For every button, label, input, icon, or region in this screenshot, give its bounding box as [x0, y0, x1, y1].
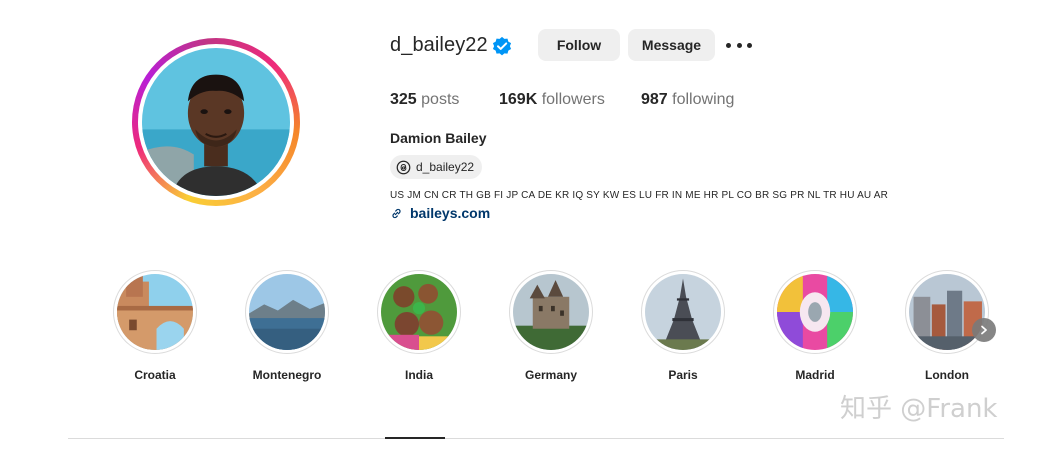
highlight-montenegro[interactable]: Montenegro: [244, 270, 330, 382]
verified-badge-icon: [492, 36, 512, 56]
following-count: 987: [641, 91, 668, 108]
follow-button[interactable]: Follow: [538, 29, 620, 61]
highlight-ring: [773, 270, 857, 354]
avatar-inner: [138, 44, 294, 200]
more-dot: [726, 42, 731, 48]
highlight-ring: [113, 270, 197, 354]
followers-stat[interactable]: 169K followers: [499, 91, 605, 109]
highlight-cover: [117, 274, 193, 350]
more-dot: [747, 42, 752, 48]
bio-link-text: baileys.com: [410, 205, 491, 221]
username: d_bailey22: [390, 34, 488, 56]
tabs-divider: [68, 438, 1004, 439]
followers-count: 169K: [499, 91, 538, 108]
profile-avatar-ring[interactable]: [132, 38, 300, 206]
highlight-ring: [509, 270, 593, 354]
more-horizontal-icon[interactable]: [726, 36, 752, 54]
posts-label: posts: [421, 91, 460, 108]
highlight-label: Croatia: [134, 368, 176, 382]
highlight-cover: [381, 274, 457, 350]
highlight-cover: [513, 274, 589, 350]
more-dot: [736, 42, 742, 48]
full-name: Damion Bailey: [390, 130, 487, 146]
active-tab-indicator: [385, 437, 445, 439]
watermark: 知乎 @Frank: [840, 394, 998, 424]
highlight-croatia[interactable]: Croatia: [112, 270, 198, 382]
avatar-photo: [142, 48, 290, 196]
bio-text: US JM CN CR TH GB FI JP CA DE KR IQ SY K…: [390, 190, 889, 201]
highlight-cover: [909, 274, 985, 350]
posts-count: 325: [390, 91, 417, 108]
following-label: following: [672, 91, 735, 108]
highlight-madrid[interactable]: Madrid: [772, 270, 858, 382]
following-stat[interactable]: 987 following: [641, 91, 734, 109]
chevron-right-icon: [981, 325, 987, 335]
posts-stat: 325 posts: [390, 91, 459, 109]
highlight-ring: [245, 270, 329, 354]
message-button[interactable]: Message: [628, 29, 715, 61]
highlight-cover: [249, 274, 325, 350]
highlight-ring: [377, 270, 461, 354]
highlight-label: London: [925, 368, 969, 382]
threads-icon: [396, 160, 411, 174]
avatar[interactable]: [142, 48, 290, 196]
bio-link[interactable]: baileys.com: [390, 205, 490, 221]
highlight-germany[interactable]: Germany: [508, 270, 594, 382]
highlight-label: Madrid: [795, 368, 835, 382]
highlight-label: India: [404, 368, 433, 382]
highlight-ring: [905, 270, 989, 354]
highlight-india[interactable]: India: [376, 270, 462, 382]
followers-label: followers: [541, 91, 605, 108]
highlight-ring: [641, 270, 725, 354]
highlight-cover: [777, 274, 853, 350]
highlight-label: Paris: [668, 368, 698, 382]
threads-badge[interactable]: d_bailey22: [390, 155, 483, 179]
threads-handle: d_bailey22: [416, 160, 475, 174]
link-icon: [392, 208, 401, 218]
highlight-label: Germany: [524, 368, 578, 382]
highlight-cover: [645, 274, 721, 350]
highlight-paris[interactable]: Paris: [640, 270, 726, 382]
highlights-next-button[interactable]: [972, 318, 996, 342]
highlight-label: Montenegro: [252, 368, 322, 382]
